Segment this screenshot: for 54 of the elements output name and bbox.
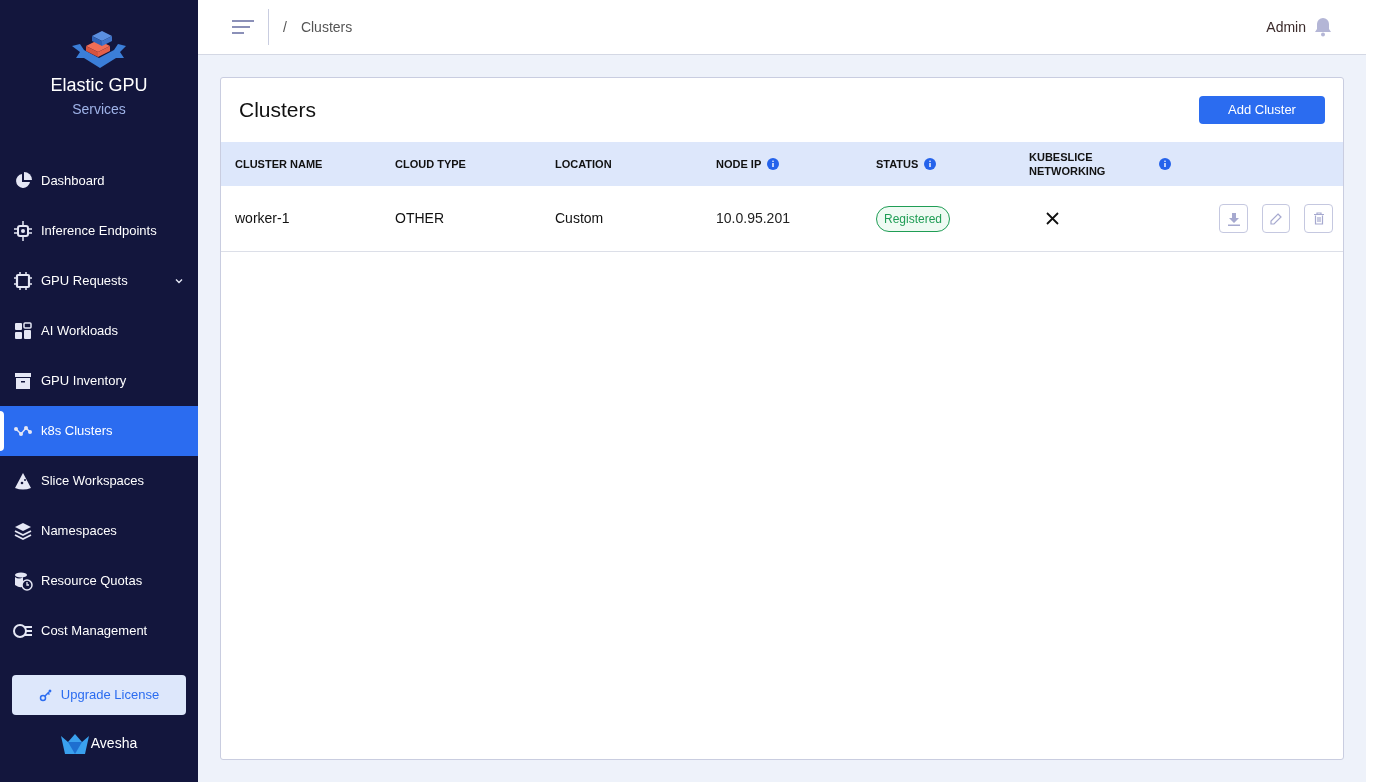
pie-chart-icon — [13, 171, 33, 191]
nav-item[interactable]: Inference Endpoints — [0, 206, 198, 256]
archive-box-icon — [13, 371, 33, 391]
pizza-slice-icon — [13, 471, 33, 491]
user-name[interactable]: Admin — [1266, 16, 1306, 38]
coins-icon — [13, 621, 33, 641]
column-header: KUBESLICE NETWORKING — [1029, 150, 1107, 178]
chevron-down-icon — [174, 276, 184, 286]
key-icon — [38, 688, 53, 702]
page-title: Clusters — [239, 97, 317, 124]
brand-title: Elastic GPU — [50, 74, 148, 97]
download-icon — [1226, 211, 1241, 226]
bell-icon[interactable] — [1314, 17, 1332, 37]
brand-subtitle: Services — [72, 100, 126, 119]
cross-icon — [1046, 212, 1059, 225]
column-header: NODE IP — [716, 156, 762, 172]
table-cell-text: Custom — [555, 209, 605, 228]
edit-button[interactable] — [1262, 204, 1290, 233]
column-header: CLOUD TYPE — [395, 156, 466, 172]
nav-item[interactable]: Dashboard — [0, 156, 198, 206]
grid-icon — [13, 321, 33, 341]
column-header: LOCATION — [555, 156, 612, 172]
info-icon[interactable] — [924, 158, 937, 170]
database-clock-icon — [13, 571, 33, 591]
trash-icon — [1312, 212, 1325, 225]
footer-logo-text: Avesha — [90, 734, 138, 753]
status-badge: Registered — [876, 205, 951, 232]
nav-item[interactable]: AI Workloads — [0, 306, 198, 356]
chip-icon — [13, 271, 33, 291]
crown-logo-icon — [60, 733, 89, 754]
add-cluster-button[interactable]: Add Cluster — [1199, 96, 1325, 124]
download-button[interactable] — [1219, 204, 1248, 233]
column-header: CLUSTER NAME — [235, 156, 323, 172]
nav-item[interactable]: Cost Management — [0, 606, 198, 656]
breadcrumb-separator: / — [283, 17, 287, 37]
nav-item[interactable]: Slice Workspaces — [0, 456, 198, 506]
nav-item[interactable]: GPU Inventory — [0, 356, 198, 406]
table-cell-text: 10.0.95.201 — [716, 209, 791, 228]
delete-button[interactable] — [1304, 204, 1333, 233]
menu-icon[interactable] — [232, 19, 254, 35]
pencil-icon — [1270, 212, 1282, 225]
upgrade-license-button[interactable]: Upgrade License — [12, 675, 186, 715]
layers-icon — [13, 521, 33, 541]
nav-item[interactable]: Namespaces — [0, 506, 198, 556]
info-icon[interactable] — [1159, 158, 1171, 170]
chip-icon — [13, 221, 33, 241]
nav-item[interactable]: Resource Quotas — [0, 556, 198, 606]
column-header: STATUS — [876, 156, 919, 172]
breadcrumb-current[interactable]: Clusters — [300, 16, 353, 38]
nav-item[interactable]: GPU Requests — [0, 256, 198, 306]
nav-item[interactable]: k8s Clusters — [0, 406, 198, 456]
table-cell-text: worker-1 — [235, 209, 291, 228]
info-icon[interactable] — [767, 158, 780, 170]
table-cell-text: OTHER — [395, 209, 445, 228]
